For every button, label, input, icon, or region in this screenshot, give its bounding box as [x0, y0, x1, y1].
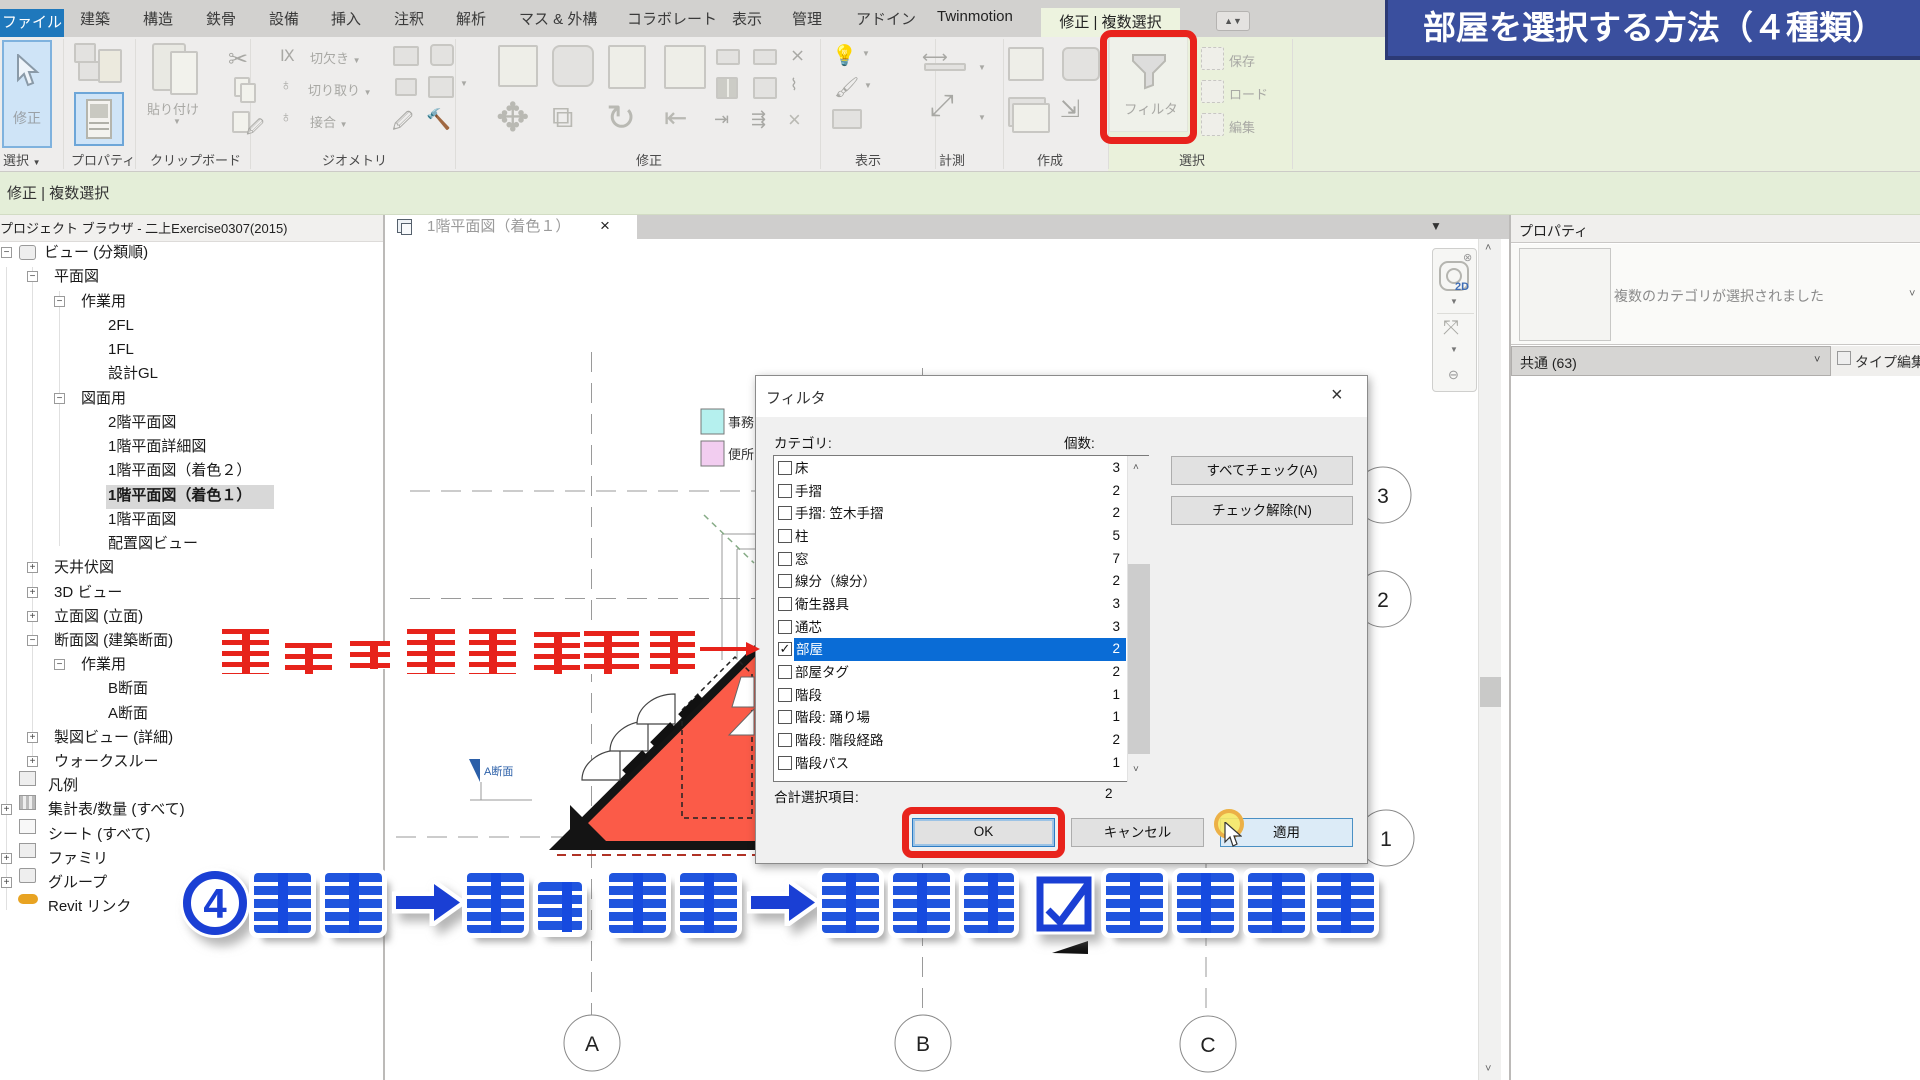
svg-text:3: 3: [1377, 485, 1389, 508]
svg-text:4: 4: [203, 880, 227, 927]
svg-text:A断面: A断面: [484, 764, 513, 778]
svg-text:便所: 便所: [728, 447, 754, 462]
svg-text:事務: 事務: [728, 415, 754, 430]
svg-text:B: B: [916, 1033, 930, 1056]
svg-text:2: 2: [1377, 589, 1389, 612]
svg-text:A: A: [585, 1033, 599, 1056]
svg-text:C: C: [1200, 1034, 1215, 1057]
svg-text:1: 1: [1380, 828, 1392, 851]
